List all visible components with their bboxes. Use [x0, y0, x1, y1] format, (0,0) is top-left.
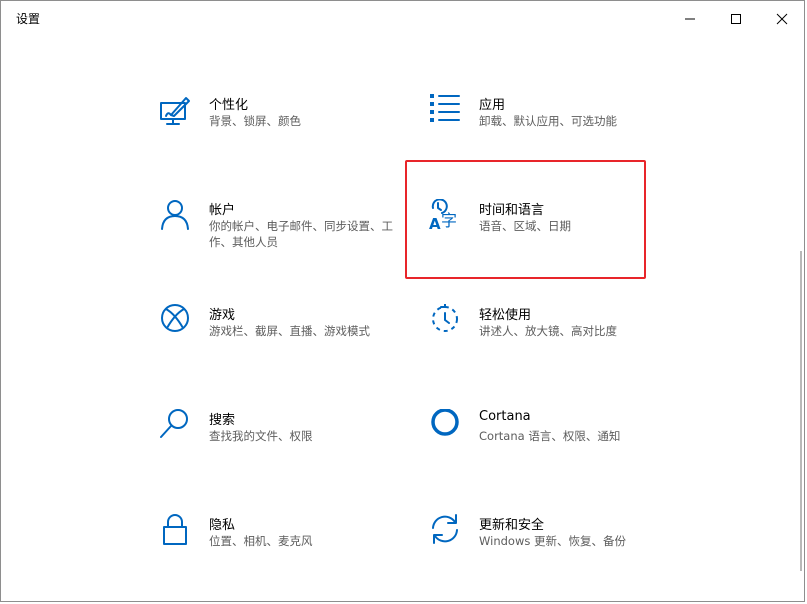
scrollbar[interactable] [800, 251, 802, 571]
maximize-button[interactable] [713, 1, 759, 37]
tile-description: 游戏栏、截屏、直播、游戏模式 [209, 324, 370, 338]
search-icon [159, 409, 193, 443]
apps-icon [429, 94, 463, 128]
highlight-box [405, 160, 646, 279]
tile-description: Cortana 语言、权限、通知 [479, 429, 621, 443]
tile-title: 应用 [479, 98, 506, 113]
tile-ease-of-access[interactable]: 轻松使用 讲述人、放大镜、高对比度 [429, 304, 659, 384]
tile-cortana[interactable]: Cortana Cortana 语言、权限、通知 [429, 409, 659, 489]
tile-privacy[interactable]: 隐私 位置、相机、麦克风 [159, 514, 389, 594]
maximize-icon [731, 14, 741, 24]
update-icon [429, 514, 463, 548]
title-bar: 设置 [1, 1, 804, 37]
tile-description: 卸载、默认应用、可选功能 [479, 114, 617, 128]
tile-title: 搜索 [209, 413, 236, 428]
lock-icon [159, 514, 193, 548]
tile-accounts[interactable]: 帐户 你的帐户、电子邮件、同步设置、工作、其他人员 [159, 199, 393, 279]
minimize-button[interactable] [667, 1, 713, 37]
minimize-icon [685, 18, 695, 20]
tile-title: 个性化 [209, 98, 249, 113]
tile-title: 游戏 [209, 308, 236, 323]
account-icon [159, 199, 193, 233]
tile-search[interactable]: 搜索 查找我的文件、权限 [159, 409, 389, 489]
xbox-icon [159, 304, 193, 338]
ease-of-access-icon [429, 304, 463, 338]
tile-title: 轻松使用 [479, 308, 532, 323]
tile-description: Windows 更新、恢复、备份 [479, 534, 626, 548]
tile-description: 讲述人、放大镜、高对比度 [479, 324, 617, 338]
tile-title: 帐户 [209, 203, 236, 218]
tile-personalization[interactable]: 个性化 背景、锁屏、颜色 [159, 94, 389, 174]
tile-title: Cortana [479, 409, 531, 424]
close-icon [776, 13, 788, 25]
tile-gaming[interactable]: 游戏 游戏栏、截屏、直播、游戏模式 [159, 304, 389, 384]
tile-title: 隐私 [209, 518, 236, 533]
settings-window: 设置 个性化 背景、锁屏、颜色 应用 卸载、默认应用、可选功能 帐户 你的帐户、… [0, 0, 805, 602]
tile-description: 查找我的文件、权限 [209, 429, 313, 443]
cortana-icon [429, 409, 463, 443]
personalization-icon [159, 94, 193, 128]
tile-title: 更新和安全 [479, 518, 545, 533]
tile-update-security[interactable]: 更新和安全 Windows 更新、恢复、备份 [429, 514, 659, 594]
tile-description: 位置、相机、麦克风 [209, 534, 313, 548]
window-title: 设置 [16, 12, 41, 26]
close-button[interactable] [759, 1, 805, 37]
tile-description: 你的帐户、电子邮件、同步设置、工作、其他人员 [209, 219, 393, 249]
tile-description: 背景、锁屏、颜色 [209, 114, 301, 128]
